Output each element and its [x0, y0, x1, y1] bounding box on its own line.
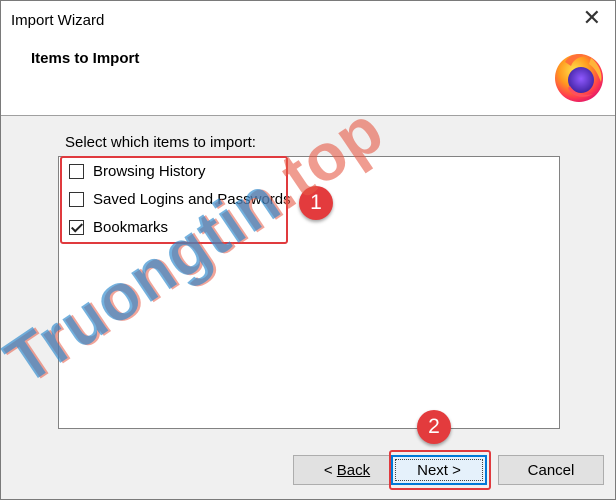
annotation-badge-1: 1	[299, 186, 333, 220]
annotation-highlight-items	[60, 156, 288, 244]
page-title: Items to Import	[31, 50, 140, 67]
cancel-button[interactable]: Cancel	[498, 455, 604, 485]
back-prefix: <	[323, 461, 337, 479]
wizard-header: Items to Import	[1, 39, 615, 116]
title-bar: Import Wizard ✕	[1, 1, 615, 39]
dialog-window: Import Wizard ✕ Items to Import Select w…	[0, 0, 616, 500]
instruction-label: Select which items to import:	[65, 134, 256, 151]
back-label: Back	[336, 461, 371, 479]
annotation-badge-2: 2	[417, 410, 451, 444]
annotation-highlight-next	[389, 450, 491, 490]
back-button[interactable]: < Back	[293, 455, 401, 485]
window-title: Import Wizard	[11, 12, 105, 29]
firefox-logo-icon	[555, 54, 603, 102]
close-icon[interactable]: ✕	[583, 7, 601, 31]
